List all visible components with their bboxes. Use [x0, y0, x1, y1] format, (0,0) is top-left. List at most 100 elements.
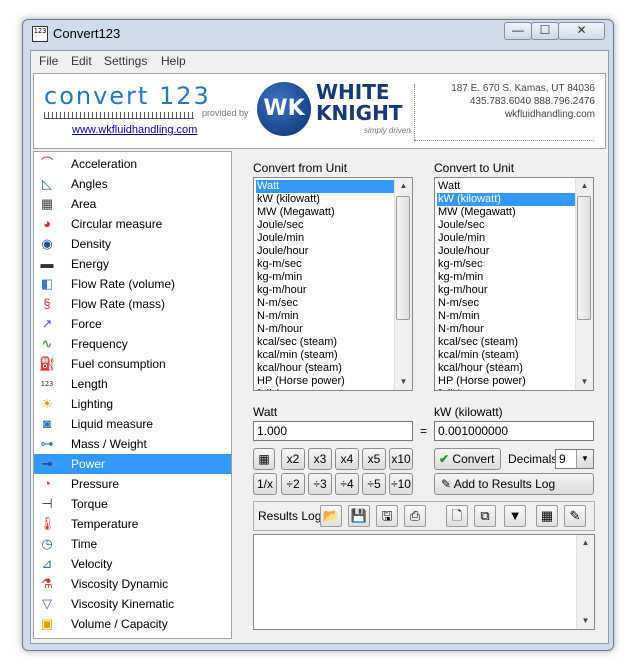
unit-list-item[interactable]: kg-m/hour	[437, 284, 577, 297]
unit-list-item[interactable]: ft-lb/sec	[437, 388, 577, 390]
chevron-down-icon[interactable]: ▼	[576, 450, 593, 468]
category-item[interactable]: ◷ Time	[34, 534, 231, 554]
category-item[interactable]: ▽ Viscosity Kinematic	[34, 594, 231, 614]
unit-list-item[interactable]: kcal/hour (steam)	[437, 362, 577, 375]
from-unit-list[interactable]: ft-lb/secHP (Horse power)kcal/hour (stea…	[253, 177, 413, 391]
menu-edit[interactable]: Edit	[71, 54, 92, 68]
scroll-down-icon[interactable]: ▼	[577, 613, 594, 629]
divide-4-button[interactable]: ÷4	[335, 473, 359, 495]
unit-list-item[interactable]: kcal/hour (steam)	[256, 362, 396, 375]
category-item[interactable]: § Flow Rate (mass)	[34, 294, 231, 314]
unit-list-item[interactable]: Joule/min	[256, 232, 396, 245]
to-unit-list[interactable]: ft-lb/secHP (Horse power)kcal/hour (stea…	[434, 177, 594, 391]
close-button[interactable]: ✕	[558, 22, 605, 40]
calculator-log-icon[interactable]: ▦	[536, 505, 558, 527]
category-item[interactable]: ◺ Angles	[34, 174, 231, 194]
category-item[interactable]: ◔ Pressure	[34, 474, 231, 494]
unit-list-item[interactable]: N-m/hour	[256, 323, 396, 336]
unit-list-item[interactable]: kg-m/min	[256, 271, 396, 284]
scroll-down-icon[interactable]: ▼	[395, 374, 412, 390]
scroll-down-icon[interactable]: ▼	[576, 374, 593, 390]
from-list-scrollbar[interactable]: ▲ ▼	[394, 178, 412, 390]
maximize-button[interactable]: ☐	[531, 22, 559, 40]
category-item[interactable]: ▣ Volume / Capacity	[34, 614, 231, 634]
unit-list-item[interactable]: ft-lb/sec	[256, 388, 396, 390]
to-list-scrollbar[interactable]: ▲ ▼	[575, 178, 593, 390]
category-item[interactable]: ◧ Flow Rate (volume)	[34, 274, 231, 294]
category-item[interactable]: ⛽ Fuel consumption	[34, 354, 231, 374]
category-item[interactable]: ⊣ Torque	[34, 494, 231, 514]
unit-list-item[interactable]: kW (kilowatt)	[437, 193, 577, 206]
menu-file[interactable]: File	[39, 54, 58, 68]
multiply-4-button[interactable]: x4	[335, 448, 359, 470]
multiply-5-button[interactable]: x5	[362, 448, 386, 470]
filter-log-icon[interactable]: ▼	[504, 505, 526, 527]
scroll-up-icon[interactable]: ▲	[576, 178, 593, 194]
website-link[interactable]: www.wkfluidhandling.com	[72, 124, 197, 136]
divide-10-button[interactable]: ÷10	[389, 473, 413, 495]
from-value-input[interactable]: 1.000	[253, 421, 413, 441]
category-item[interactable]: ∿ Frequency	[34, 334, 231, 354]
unit-list-item[interactable]: kcal/min (steam)	[437, 349, 577, 362]
category-item[interactable]: ▦ Area	[34, 194, 231, 214]
multiply-2-button[interactable]: x2	[281, 448, 305, 470]
unit-list-item[interactable]: MW (Megawatt)	[437, 206, 577, 219]
category-item[interactable]: ↗ Force	[34, 314, 231, 334]
unit-list-item[interactable]: Joule/sec	[256, 219, 396, 232]
unit-list-item[interactable]: kg-m/min	[437, 271, 577, 284]
unit-list-item[interactable]: MW (Megawatt)	[256, 206, 396, 219]
unit-list-item[interactable]: kcal/min (steam)	[256, 349, 396, 362]
category-item[interactable]: 🌡 Temperature	[34, 514, 231, 534]
calculator-button[interactable]: ▦	[253, 448, 275, 470]
category-item[interactable]: ◙ Liquid measure	[34, 414, 231, 434]
unit-list-item[interactable]: HP (Horse power)	[437, 375, 577, 388]
add-to-log-button[interactable]: ✎ Add to Results Log	[434, 473, 594, 495]
category-item[interactable]: ▬ Energy	[34, 254, 231, 274]
unit-list-item[interactable]: Joule/min	[437, 232, 577, 245]
results-log-area[interactable]: ▲ ▼	[253, 534, 595, 630]
copy-log-icon[interactable]: ⧉	[474, 505, 496, 527]
multiply-3-button[interactable]: x3	[308, 448, 332, 470]
unit-list-item[interactable]: N-m/sec	[437, 297, 577, 310]
menu-settings[interactable]: Settings	[104, 54, 147, 68]
category-item[interactable]: ⚗ Viscosity Dynamic	[34, 574, 231, 594]
unit-list-item[interactable]: Joule/hour	[437, 245, 577, 258]
unit-list-item[interactable]: N-m/hour	[437, 323, 577, 336]
scroll-up-icon[interactable]: ▲	[395, 178, 412, 194]
scroll-thumb[interactable]	[396, 196, 410, 320]
unit-list-item[interactable]: kcal/sec (steam)	[256, 336, 396, 349]
unit-list-item[interactable]: kg-m/sec	[437, 258, 577, 271]
unit-list-item[interactable]: N-m/min	[256, 310, 396, 323]
decimals-select[interactable]: 9 ▼	[555, 449, 594, 469]
unit-list-item[interactable]: Watt	[437, 180, 577, 193]
reciprocal-button[interactable]: 1/x	[253, 473, 277, 495]
unit-list-item[interactable]: kg-m/sec	[256, 258, 396, 271]
save-log-icon[interactable]: 💾	[348, 505, 370, 527]
category-item[interactable]: ⊶ Mass / Weight	[34, 434, 231, 454]
results-scrollbar[interactable]: ▲ ▼	[576, 535, 594, 629]
unit-list-item[interactable]: N-m/min	[437, 310, 577, 323]
category-item[interactable]: ◉ Density	[34, 234, 231, 254]
unit-list-item[interactable]: Joule/hour	[256, 245, 396, 258]
unit-list-item[interactable]: kW (kilowatt)	[256, 193, 396, 206]
open-log-icon[interactable]: 📂	[320, 505, 342, 527]
unit-list-item[interactable]: HP (Horse power)	[256, 375, 396, 388]
notes-log-icon[interactable]: ✎	[564, 505, 586, 527]
new-log-icon[interactable]: 🗋	[446, 505, 468, 527]
category-item[interactable]: ☀ Lighting	[34, 394, 231, 414]
unit-list-item[interactable]: Watt	[256, 180, 396, 193]
minimize-button[interactable]: —	[504, 22, 532, 40]
divide-5-button[interactable]: ÷5	[362, 473, 386, 495]
menu-help[interactable]: Help	[161, 54, 186, 68]
unit-list-item[interactable]: kcal/sec (steam)	[437, 336, 577, 349]
category-item[interactable]: ⌒ Acceleration	[34, 154, 231, 174]
category-item[interactable]: 123 Length	[34, 374, 231, 394]
convert-button[interactable]: ✔ Convert	[434, 448, 501, 470]
print-log-icon[interactable]: ⎙	[404, 505, 426, 527]
category-item[interactable]: ⊿ Velocity	[34, 554, 231, 574]
unit-list-item[interactable]: N-m/sec	[256, 297, 396, 310]
multiply-10-button[interactable]: x10	[389, 448, 413, 470]
save-as-log-icon[interactable]: 🖫	[376, 505, 398, 527]
unit-list-item[interactable]: kg-m/hour	[256, 284, 396, 297]
divide-2-button[interactable]: ÷2	[281, 473, 305, 495]
